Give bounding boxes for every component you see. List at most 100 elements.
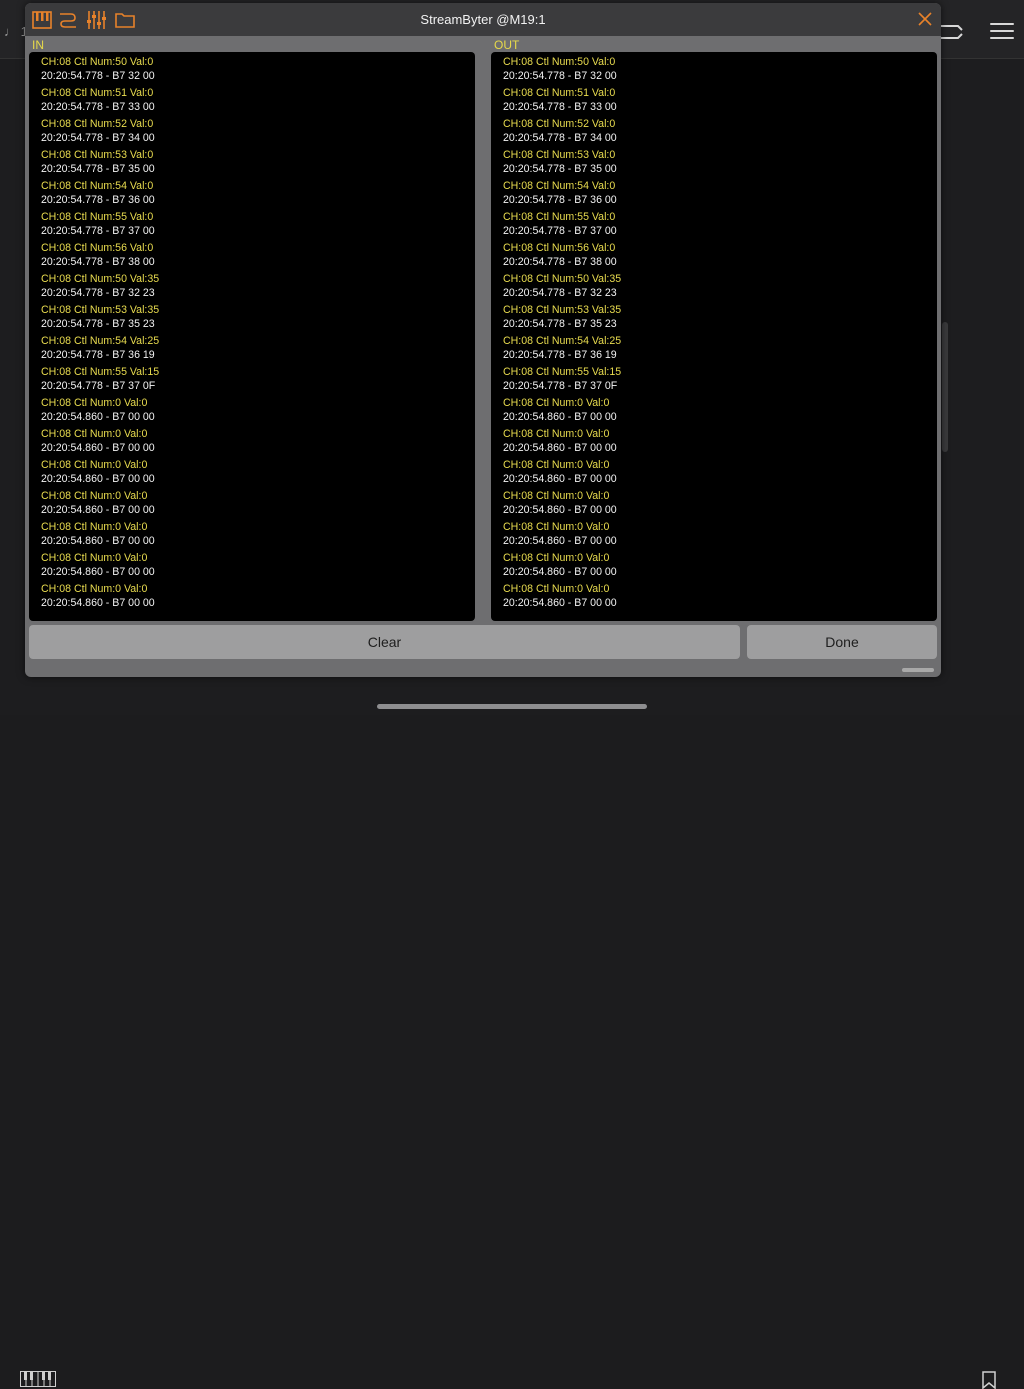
- keyboard-icon[interactable]: [20, 1371, 56, 1387]
- midi-message-text: CH:08 Ctl Num:55 Val:0: [503, 211, 616, 223]
- log-entry: CH:08 Ctl Num:50 Val:0 20:20:54.778 - B7 …: [503, 55, 621, 86]
- midi-raw-bytes-text: 20:20:54.860 - B7 00 00: [503, 504, 617, 516]
- streambyter-modal: StreamByter @M19:1 IN OUT CH:08 Ctl Num:…: [25, 3, 941, 677]
- log-entry: CH:08 Ctl Num:50 Val:35 20:20:54.778 - B7…: [503, 272, 621, 303]
- midi-raw-bytes-text: 20:20:54.778 - B7 36 19: [41, 349, 155, 361]
- midi-raw-bytes-text: 20:20:54.778 - B7 35 00: [41, 163, 155, 175]
- log-entry: CH:08 Ctl Num:0 Val:0 20:20:54.860 - B7 0…: [41, 489, 159, 520]
- log-entry: CH:08 Ctl Num:0 Val:0 20:20:54.860 - B7 0…: [503, 396, 621, 427]
- log-entry: CH:08 Ctl Num:52 Val:0 20:20:54.778 - B7 …: [503, 117, 621, 148]
- midi-message-text: CH:08 Ctl Num:52 Val:0: [41, 118, 154, 130]
- midi-message-text: CH:08 Ctl Num:51 Val:0: [503, 87, 616, 99]
- done-button[interactable]: Done: [747, 625, 937, 659]
- log-entry: CH:08 Ctl Num:0 Val:0 20:20:54.860 - B7 0…: [503, 551, 621, 582]
- midi-message-text: CH:08 Ctl Num:0 Val:0: [41, 552, 148, 564]
- clear-button[interactable]: Clear: [29, 625, 740, 659]
- midi-raw-bytes-text: 20:20:54.778 - B7 36 00: [41, 194, 155, 206]
- modal-titlebar: StreamByter @M19:1: [25, 3, 941, 36]
- midi-raw-bytes-text: 20:20:54.778 - B7 33 00: [503, 101, 617, 113]
- hamburger-menu-icon[interactable]: [990, 18, 1014, 44]
- midi-message-text: CH:08 Ctl Num:55 Val:0: [41, 211, 154, 223]
- midi-raw-bytes-text: 20:20:54.778 - B7 34 00: [503, 132, 617, 144]
- midi-raw-bytes-text: 20:20:54.778 - B7 34 00: [41, 132, 155, 144]
- midi-message-text: CH:08 Ctl Num:0 Val:0: [41, 583, 148, 595]
- home-indicator: [377, 704, 647, 709]
- background-bottom-bar: [0, 680, 1024, 1389]
- midi-message-text: CH:08 Ctl Num:53 Val:0: [41, 149, 154, 161]
- log-entry: CH:08 Ctl Num:54 Val:0 20:20:54.778 - B7 …: [41, 179, 159, 210]
- midi-raw-bytes-text: 20:20:54.860 - B7 00 00: [41, 535, 155, 547]
- log-entry: CH:08 Ctl Num:0 Val:0 20:20:54.860 - B7 0…: [41, 396, 159, 427]
- log-entry: CH:08 Ctl Num:55 Val:0 20:20:54.778 - B7 …: [503, 210, 621, 241]
- midi-message-text: CH:08 Ctl Num:53 Val:35: [503, 304, 622, 316]
- midi-raw-bytes-text: 20:20:54.778 - B7 33 00: [41, 101, 155, 113]
- log-entry: CH:08 Ctl Num:55 Val:0 20:20:54.778 - B7 …: [41, 210, 159, 241]
- log-entry: CH:08 Ctl Num:50 Val:0 20:20:54.778 - B7 …: [41, 55, 159, 86]
- midi-raw-bytes-text: 20:20:54.860 - B7 00 00: [503, 411, 617, 423]
- midi-raw-bytes-text: 20:20:54.860 - B7 00 00: [41, 473, 155, 485]
- in-log-pane[interactable]: CH:08 Ctl Num:50 Val:0 20:20:54.778 - B7 …: [29, 52, 475, 621]
- midi-message-text: CH:08 Ctl Num:0 Val:0: [503, 583, 610, 595]
- log-entry: CH:08 Ctl Num:53 Val:0 20:20:54.778 - B7 …: [503, 148, 621, 179]
- midi-message-text: CH:08 Ctl Num:0 Val:0: [503, 490, 610, 502]
- midi-message-text: CH:08 Ctl Num:56 Val:0: [503, 242, 616, 254]
- midi-message-text: CH:08 Ctl Num:50 Val:35: [41, 273, 160, 285]
- midi-message-text: CH:08 Ctl Num:56 Val:0: [41, 242, 154, 254]
- log-entry: CH:08 Ctl Num:0 Val:0 20:20:54.860 - B7 0…: [41, 520, 159, 551]
- midi-message-text: CH:08 Ctl Num:0 Val:0: [41, 397, 148, 409]
- out-pane-label: OUT: [494, 38, 520, 52]
- midi-message-text: CH:08 Ctl Num:0 Val:0: [41, 521, 148, 533]
- midi-message-text: CH:08 Ctl Num:0 Val:0: [503, 397, 610, 409]
- midi-raw-bytes-text: 20:20:54.778 - B7 36 00: [503, 194, 617, 206]
- midi-message-text: CH:08 Ctl Num:54 Val:25: [503, 335, 622, 347]
- midi-message-text: CH:08 Ctl Num:0 Val:0: [41, 428, 148, 440]
- in-pane-label: IN: [32, 38, 44, 52]
- log-entry: CH:08 Ctl Num:51 Val:0 20:20:54.778 - B7 …: [503, 86, 621, 117]
- midi-message-text: CH:08 Ctl Num:54 Val:0: [503, 180, 616, 192]
- background-scrollbar[interactable]: [942, 322, 948, 452]
- log-entry: CH:08 Ctl Num:0 Val:0 20:20:54.860 - B7 0…: [503, 489, 621, 520]
- midi-raw-bytes-text: 20:20:54.778 - B7 36 19: [503, 349, 617, 361]
- midi-raw-bytes-text: 20:20:54.778 - B7 37 00: [41, 225, 155, 237]
- log-entry: CH:08 Ctl Num:0 Val:0 20:20:54.860 - B7 0…: [503, 582, 621, 613]
- midi-raw-bytes-text: 20:20:54.860 - B7 00 00: [503, 442, 617, 454]
- bookmark-icon[interactable]: [982, 1371, 996, 1389]
- log-entry: CH:08 Ctl Num:52 Val:0 20:20:54.778 - B7 …: [41, 117, 159, 148]
- midi-message-text: CH:08 Ctl Num:55 Val:15: [503, 366, 622, 378]
- log-entry: CH:08 Ctl Num:54 Val:25 20:20:54.778 - B7…: [41, 334, 159, 365]
- midi-message-text: CH:08 Ctl Num:53 Val:0: [503, 149, 616, 161]
- midi-raw-bytes-text: 20:20:54.778 - B7 35 23: [503, 318, 617, 330]
- midi-message-text: CH:08 Ctl Num:0 Val:0: [503, 521, 610, 533]
- out-log-pane[interactable]: CH:08 Ctl Num:50 Val:0 20:20:54.778 - B7 …: [491, 52, 937, 621]
- modal-title: StreamByter @M19:1: [420, 12, 546, 27]
- midi-raw-bytes-text: 20:20:54.860 - B7 00 00: [41, 411, 155, 423]
- close-icon[interactable]: [916, 10, 934, 28]
- midi-message-text: CH:08 Ctl Num:0 Val:0: [503, 552, 610, 564]
- midi-raw-bytes-text: 20:20:54.778 - B7 35 00: [503, 163, 617, 175]
- midi-raw-bytes-text: 20:20:54.860 - B7 00 00: [41, 597, 155, 609]
- log-entry: CH:08 Ctl Num:50 Val:35 20:20:54.778 - B7…: [41, 272, 159, 303]
- midi-raw-bytes-text: 20:20:54.778 - B7 32 23: [503, 287, 617, 299]
- log-entry: CH:08 Ctl Num:53 Val:0 20:20:54.778 - B7 …: [41, 148, 159, 179]
- midi-message-text: CH:08 Ctl Num:50 Val:0: [503, 56, 616, 68]
- routing-icon[interactable]: [938, 20, 966, 46]
- midi-message-text: CH:08 Ctl Num:51 Val:0: [41, 87, 154, 99]
- midi-message-text: CH:08 Ctl Num:54 Val:25: [41, 335, 160, 347]
- midi-raw-bytes-text: 20:20:54.778 - B7 35 23: [41, 318, 155, 330]
- log-entry: CH:08 Ctl Num:0 Val:0 20:20:54.860 - B7 0…: [41, 551, 159, 582]
- log-entry: CH:08 Ctl Num:56 Val:0 20:20:54.778 - B7 …: [41, 241, 159, 272]
- midi-message-text: CH:08 Ctl Num:0 Val:0: [41, 459, 148, 471]
- midi-raw-bytes-text: 20:20:54.778 - B7 32 00: [503, 70, 617, 82]
- midi-message-text: CH:08 Ctl Num:53 Val:35: [41, 304, 160, 316]
- log-entry: CH:08 Ctl Num:0 Val:0 20:20:54.860 - B7 0…: [41, 427, 159, 458]
- resize-handle[interactable]: [902, 668, 934, 672]
- log-entry: CH:08 Ctl Num:54 Val:25 20:20:54.778 - B7…: [503, 334, 621, 365]
- log-entry: CH:08 Ctl Num:0 Val:0 20:20:54.860 - B7 0…: [41, 582, 159, 613]
- midi-raw-bytes-text: 20:20:54.860 - B7 00 00: [503, 597, 617, 609]
- log-entry: CH:08 Ctl Num:0 Val:0 20:20:54.860 - B7 0…: [503, 458, 621, 489]
- midi-message-text: CH:08 Ctl Num:0 Val:0: [503, 428, 610, 440]
- midi-raw-bytes-text: 20:20:54.860 - B7 00 00: [41, 504, 155, 516]
- log-entry: CH:08 Ctl Num:0 Val:0 20:20:54.860 - B7 0…: [41, 458, 159, 489]
- midi-raw-bytes-text: 20:20:54.860 - B7 00 00: [503, 535, 617, 547]
- midi-message-text: CH:08 Ctl Num:0 Val:0: [503, 459, 610, 471]
